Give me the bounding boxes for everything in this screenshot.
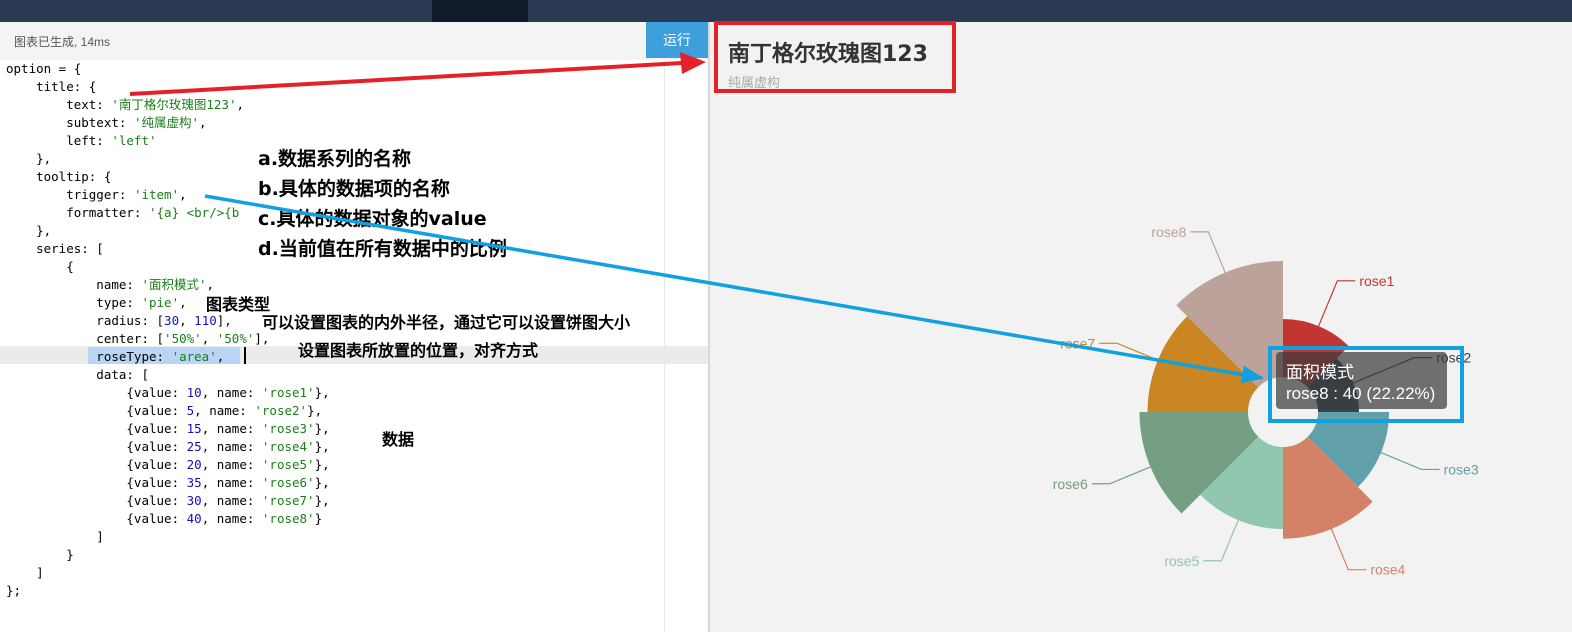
- code-line[interactable]: {value: 25, name: 'rose4'},: [6, 438, 329, 456]
- code-line[interactable]: data: [: [6, 366, 330, 384]
- label-line-rose5: [1203, 518, 1240, 562]
- slice-label-rose1: rose1: [1359, 273, 1394, 289]
- status-bar: 图表已生成, 14ms: [0, 22, 708, 61]
- slice-label-rose4: rose4: [1370, 562, 1405, 578]
- annotation-radius: 可以设置图表的内外半径，通过它可以设置饼图大小: [262, 313, 631, 332]
- text-cursor: [244, 347, 246, 364]
- run-button[interactable]: 运行: [646, 22, 708, 58]
- code-line[interactable]: {value: 20, name: 'rose5'},: [6, 456, 329, 474]
- annotation-series-name: a.数据系列的名称: [258, 148, 412, 170]
- annotation-item-name: b.具体的数据项的名称: [258, 178, 450, 200]
- annotation-chart-type: 图表类型: [206, 295, 271, 314]
- code-line[interactable]: title: {: [6, 78, 330, 96]
- status-message: 图表已生成, 14ms: [14, 35, 111, 49]
- annotation-center: 设置图表所放置的位置，对齐方式: [298, 341, 539, 360]
- code-line[interactable]: option = {: [6, 60, 330, 78]
- slice-label-rose7: rose7: [1060, 335, 1095, 351]
- code-line[interactable]: text: '南丁格尔玫瑰图123',: [6, 96, 330, 114]
- code-line[interactable]: {value: 10, name: 'rose1'},: [6, 384, 329, 402]
- label-line-rose6: [1091, 465, 1153, 485]
- slice-label-rose5: rose5: [1164, 553, 1199, 569]
- code-line[interactable]: {value: 40, name: 'rose8'}: [6, 510, 330, 528]
- slice-label-rose8: rose8: [1151, 224, 1186, 240]
- annotation-percent: d.当前值在所有数据中的比例: [258, 238, 507, 260]
- slice-label-rose6: rose6: [1053, 476, 1088, 492]
- annotation-value: c.具体的数据对象的value: [258, 208, 487, 230]
- code-line[interactable]: subtext: '纯属虚构',: [6, 114, 330, 132]
- code-line[interactable]: }: [6, 546, 330, 564]
- code-line[interactable]: name: '面积模式',: [6, 276, 330, 294]
- top-bar: [0, 0, 1572, 22]
- code-line[interactable]: ]: [6, 528, 330, 546]
- label-line-rose3: [1378, 451, 1440, 471]
- editor-margin-line: [664, 60, 665, 632]
- code-line[interactable]: };: [6, 582, 330, 600]
- tooltip-highlight-box: [1268, 346, 1464, 423]
- annotation-data: 数据: [382, 430, 415, 449]
- code-line[interactable]: ]: [6, 564, 330, 582]
- label-line-rose7: [1099, 342, 1160, 362]
- label-line-rose4: [1330, 526, 1367, 571]
- code-line[interactable]: {value: 35, name: 'rose6'},: [6, 474, 329, 492]
- code-line[interactable]: {value: 5, name: 'rose2'},: [6, 402, 330, 420]
- code-line[interactable]: {value: 30, name: 'rose7'},: [6, 492, 329, 510]
- code-line[interactable]: roseType: 'area',: [6, 348, 330, 366]
- code-line[interactable]: {value: 15, name: 'rose3'},: [6, 420, 329, 438]
- label-line-rose1: [1317, 280, 1356, 329]
- slice-label-rose3: rose3: [1444, 461, 1479, 477]
- active-tab[interactable]: [432, 0, 528, 22]
- title-highlight-box: [714, 21, 956, 93]
